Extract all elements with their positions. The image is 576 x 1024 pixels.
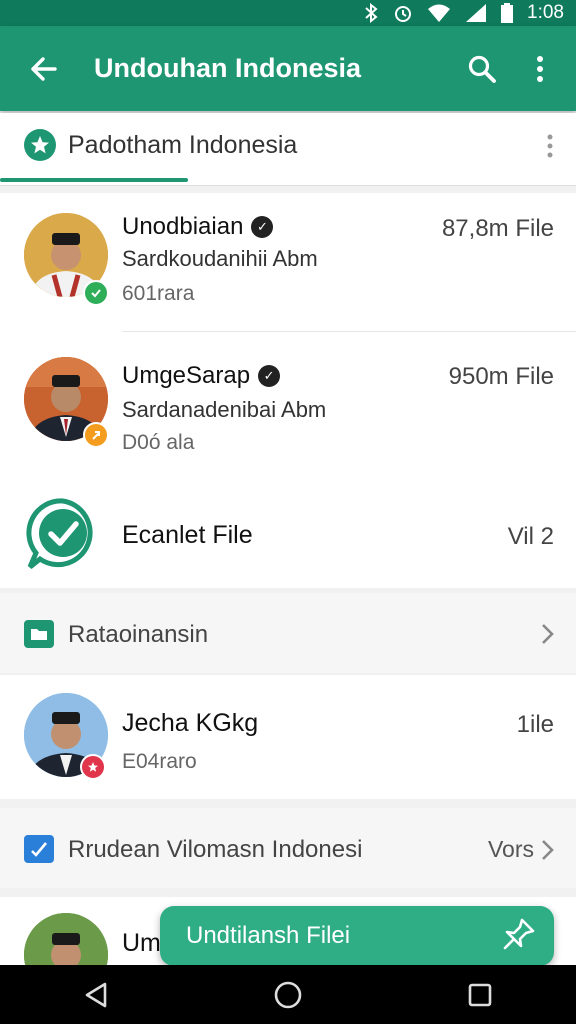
avatar bbox=[24, 913, 108, 965]
list-card: Jecha KGkg E04raro 1ile bbox=[0, 675, 576, 799]
status-badge-icon bbox=[83, 422, 109, 448]
arrow-left-icon bbox=[31, 56, 57, 81]
more-vertical-icon bbox=[547, 134, 553, 158]
item-name-wrap: UmgeSarap ✓ bbox=[122, 362, 281, 390]
battery-icon bbox=[501, 3, 514, 23]
fab-label: Undtilansh Filei bbox=[186, 922, 351, 949]
item-meta: 601rara bbox=[122, 282, 195, 305]
whatsapp-icon bbox=[26, 497, 100, 576]
item-name: Unodbiaian bbox=[122, 213, 244, 240]
system-nav-bar bbox=[0, 965, 576, 1024]
circle-home-icon bbox=[274, 981, 302, 1008]
tab-row[interactable]: Padotham Indonesia bbox=[0, 113, 576, 186]
chevron-right-icon bbox=[542, 839, 554, 860]
triangle-back-icon bbox=[85, 982, 107, 1007]
search-button[interactable] bbox=[460, 47, 504, 91]
item-name: UmgeSarap bbox=[122, 362, 251, 389]
list-item[interactable]: Unodbiaian ✓ Sardkoudanihii Abm 601rara … bbox=[0, 193, 576, 333]
verified-icon: ✓ bbox=[258, 365, 281, 387]
nav-home-button[interactable] bbox=[258, 975, 318, 1015]
item-size: 87,8m File bbox=[441, 215, 554, 242]
list-item[interactable]: Jecha KGkg E04raro 1ile bbox=[0, 675, 576, 799]
star-badge-icon bbox=[80, 754, 106, 780]
square-recents-icon bbox=[468, 983, 492, 1006]
list-item[interactable]: Ecanlet File Vil 2 bbox=[0, 481, 576, 586]
chevron-right-icon bbox=[540, 621, 554, 652]
bluetooth-icon bbox=[363, 3, 379, 23]
overflow-menu-button[interactable] bbox=[518, 47, 562, 91]
tab-more-button[interactable] bbox=[546, 133, 554, 164]
item-size: 1ile bbox=[516, 711, 554, 738]
item-name: Um bbox=[122, 929, 161, 957]
section-right-label: Vors bbox=[487, 836, 534, 862]
more-vertical-icon bbox=[537, 55, 543, 82]
section-header[interactable]: Rrudean Vilomasn Indonesi Vors bbox=[0, 808, 576, 888]
app-bar: Undouhan Indonesia bbox=[0, 26, 576, 111]
item-version: Vil 2 bbox=[507, 523, 554, 550]
verified-icon: ✓ bbox=[251, 216, 274, 238]
divider bbox=[122, 331, 576, 332]
item-name: Jecha KGkg bbox=[122, 709, 259, 737]
search-icon bbox=[468, 55, 496, 83]
back-button[interactable] bbox=[22, 48, 64, 90]
clock-time: 1:08 bbox=[527, 2, 564, 23]
download-files-fab[interactable]: Undtilansh Filei bbox=[160, 906, 554, 966]
item-name: Ecanlet File bbox=[122, 521, 253, 549]
tab-indicator bbox=[0, 178, 188, 182]
check-badge-icon bbox=[83, 280, 109, 306]
folder-icon bbox=[24, 620, 54, 648]
alarm-icon bbox=[393, 3, 413, 23]
wifi-icon bbox=[427, 3, 451, 23]
item-meta: E04raro bbox=[122, 750, 197, 773]
list-item[interactable]: UmgeSarap ✓ Sardanadenibai Abm D0ó ala 9… bbox=[0, 333, 576, 481]
section-label: Rataoinansin bbox=[68, 621, 209, 648]
file-list-card: Unodbiaian ✓ Sardkoudanihii Abm 601rara … bbox=[0, 193, 576, 588]
check-edit-icon bbox=[24, 835, 54, 863]
nav-recents-button[interactable] bbox=[450, 975, 510, 1015]
section-label: Rrudean Vilomasn Indonesi bbox=[68, 836, 363, 863]
item-size: 950m File bbox=[448, 363, 554, 390]
item-meta: D0ó ala bbox=[122, 431, 195, 454]
nav-back-button[interactable] bbox=[66, 975, 126, 1015]
status-bar: 1:08 bbox=[0, 0, 576, 26]
star-icon bbox=[24, 129, 56, 161]
signal-icon bbox=[465, 3, 487, 23]
page-title: Undouhan Indonesia bbox=[94, 53, 361, 83]
item-subtitle: Sardanadenibai Abm bbox=[122, 397, 327, 422]
item-name-wrap: Unodbiaian ✓ bbox=[122, 213, 274, 241]
pin-icon bbox=[502, 917, 536, 956]
item-subtitle: Sardkoudanihii Abm bbox=[122, 246, 318, 271]
tab-label: Padotham Indonesia bbox=[68, 131, 298, 159]
section-more[interactable]: Vors bbox=[488, 836, 554, 863]
section-header[interactable]: Rataoinansin bbox=[0, 593, 576, 673]
